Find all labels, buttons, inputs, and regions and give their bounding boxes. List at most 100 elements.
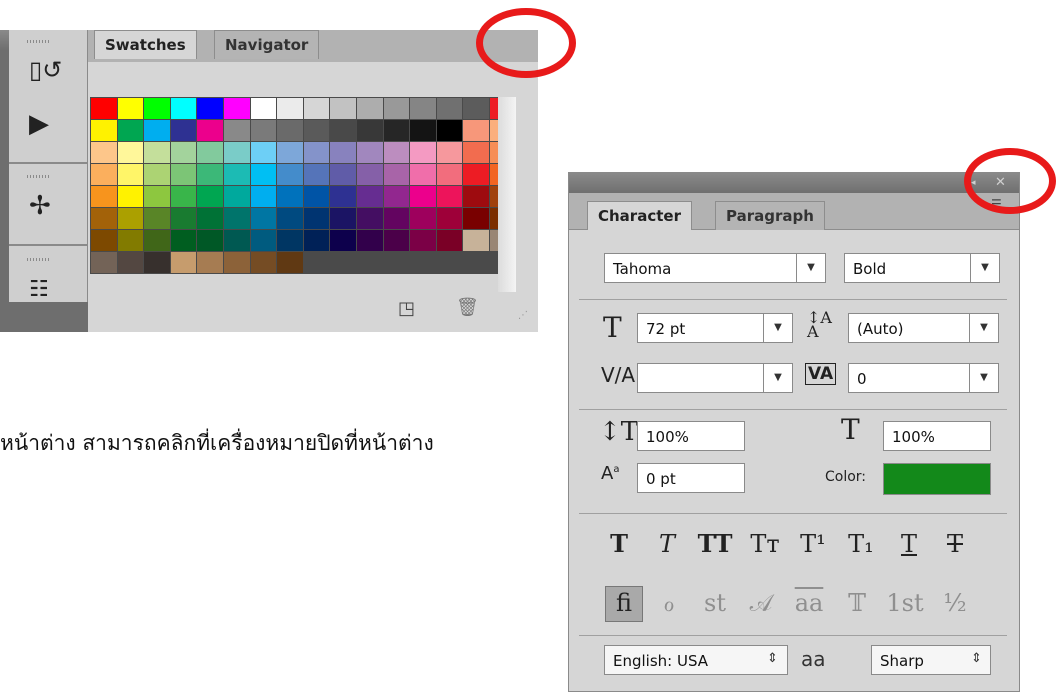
- color-swatch[interactable]: [330, 142, 356, 163]
- color-swatch[interactable]: [117, 230, 144, 251]
- color-swatch[interactable]: [463, 164, 489, 185]
- resize-grip-icon[interactable]: ⋰: [518, 310, 528, 321]
- color-swatch[interactable]: [436, 164, 463, 185]
- color-swatch[interactable]: [277, 252, 303, 273]
- faux-italic-button[interactable]: T: [647, 529, 687, 559]
- history-icon[interactable]: ▯↺: [29, 54, 62, 86]
- brush-presets-icon[interactable]: ✢: [29, 190, 51, 222]
- color-swatch[interactable]: [277, 142, 303, 163]
- kerning-field[interactable]: [637, 363, 767, 393]
- color-swatch[interactable]: [383, 230, 410, 251]
- color-swatch[interactable]: [356, 164, 383, 185]
- color-swatch[interactable]: [356, 208, 383, 229]
- color-swatch[interactable]: [303, 120, 330, 141]
- color-swatch[interactable]: [463, 186, 489, 207]
- color-swatch[interactable]: [410, 208, 436, 229]
- color-swatch[interactable]: [410, 120, 436, 141]
- color-swatch[interactable]: [463, 230, 489, 251]
- color-swatch[interactable]: [144, 164, 170, 185]
- color-swatch[interactable]: [277, 186, 303, 207]
- leading-field[interactable]: (Auto): [848, 313, 972, 343]
- color-swatch[interactable]: [223, 164, 250, 185]
- tool-presets-icon[interactable]: ☷: [29, 274, 49, 306]
- color-swatch[interactable]: [356, 120, 383, 141]
- color-swatch[interactable]: [91, 208, 117, 229]
- color-swatch[interactable]: [356, 142, 383, 163]
- color-swatch[interactable]: [223, 208, 250, 229]
- dock-grip[interactable]: [27, 258, 49, 261]
- language-select[interactable]: English: USA: [604, 645, 788, 675]
- color-swatch[interactable]: [144, 208, 170, 229]
- chevron-down-icon[interactable]: ▼: [970, 253, 1000, 283]
- color-swatch[interactable]: [250, 252, 277, 273]
- color-swatch[interactable]: [277, 164, 303, 185]
- color-swatch[interactable]: [197, 186, 223, 207]
- color-swatch[interactable]: [117, 142, 144, 163]
- color-swatch[interactable]: [197, 230, 223, 251]
- color-swatch[interactable]: [144, 252, 170, 273]
- color-swatch[interactable]: [303, 142, 330, 163]
- color-swatch[interactable]: [197, 142, 223, 163]
- subscript-button[interactable]: T₁: [841, 529, 881, 559]
- color-swatch[interactable]: [330, 164, 356, 185]
- actions-play-icon[interactable]: ▶: [29, 108, 49, 140]
- color-swatch[interactable]: [303, 164, 330, 185]
- chevron-down-icon[interactable]: ▼: [796, 253, 826, 283]
- color-swatch[interactable]: [410, 186, 436, 207]
- color-swatch[interactable]: [144, 98, 170, 119]
- color-swatch[interactable]: [463, 142, 489, 163]
- color-swatch[interactable]: [117, 252, 144, 273]
- color-swatch[interactable]: [436, 230, 463, 251]
- color-swatch[interactable]: [383, 208, 410, 229]
- color-swatch[interactable]: [170, 98, 197, 119]
- color-swatch[interactable]: [117, 120, 144, 141]
- color-swatch[interactable]: [170, 252, 197, 273]
- old-style-button[interactable]: ℴ: [649, 587, 689, 619]
- superscript-button[interactable]: T¹: [793, 529, 833, 559]
- color-swatch[interactable]: [170, 230, 197, 251]
- vertical-scale-field[interactable]: 100%: [637, 421, 745, 451]
- color-swatch[interactable]: [303, 230, 330, 251]
- color-swatch[interactable]: [144, 142, 170, 163]
- color-swatch[interactable]: [277, 120, 303, 141]
- color-swatch[interactable]: [170, 208, 197, 229]
- color-swatch[interactable]: [223, 98, 250, 119]
- color-swatch[interactable]: [170, 142, 197, 163]
- tab-character[interactable]: Character: [587, 201, 692, 230]
- color-swatch[interactable]: [117, 98, 144, 119]
- color-swatch[interactable]: [330, 230, 356, 251]
- color-swatch[interactable]: [436, 142, 463, 163]
- color-swatch[interactable]: [356, 186, 383, 207]
- swash-button[interactable]: st: [695, 587, 735, 619]
- color-swatch[interactable]: [117, 164, 144, 185]
- chevron-down-icon[interactable]: ▼: [969, 313, 999, 343]
- color-swatch[interactable]: [91, 252, 117, 273]
- fractions-button[interactable]: ½: [935, 587, 975, 619]
- color-swatch[interactable]: [197, 164, 223, 185]
- color-swatch[interactable]: [170, 186, 197, 207]
- ordinals-button[interactable]: 1st: [885, 587, 925, 619]
- character-titlebar[interactable]: ◂ ✕: [569, 173, 1019, 193]
- color-swatch[interactable]: [383, 164, 410, 185]
- color-swatch[interactable]: [170, 120, 197, 141]
- color-swatch[interactable]: [144, 120, 170, 141]
- color-swatch[interactable]: [91, 142, 117, 163]
- color-swatch[interactable]: [383, 120, 410, 141]
- all-caps-button[interactable]: TT: [695, 529, 735, 559]
- color-swatch[interactable]: [250, 98, 277, 119]
- chevron-down-icon[interactable]: ▼: [763, 313, 793, 343]
- chevron-down-icon[interactable]: ▼: [969, 363, 999, 393]
- color-swatch[interactable]: [410, 230, 436, 251]
- color-swatch[interactable]: [197, 208, 223, 229]
- baseline-shift-field[interactable]: 0 pt: [637, 463, 745, 493]
- color-swatch[interactable]: [117, 208, 144, 229]
- underline-button[interactable]: T: [889, 529, 929, 559]
- color-swatch[interactable]: [197, 120, 223, 141]
- color-swatch[interactable]: [303, 186, 330, 207]
- color-swatch[interactable]: [383, 98, 410, 119]
- color-swatch[interactable]: [223, 230, 250, 251]
- new-swatch-icon[interactable]: ◳: [398, 298, 415, 319]
- color-swatch[interactable]: [91, 186, 117, 207]
- color-swatch[interactable]: [463, 98, 489, 119]
- color-swatch[interactable]: [91, 164, 117, 185]
